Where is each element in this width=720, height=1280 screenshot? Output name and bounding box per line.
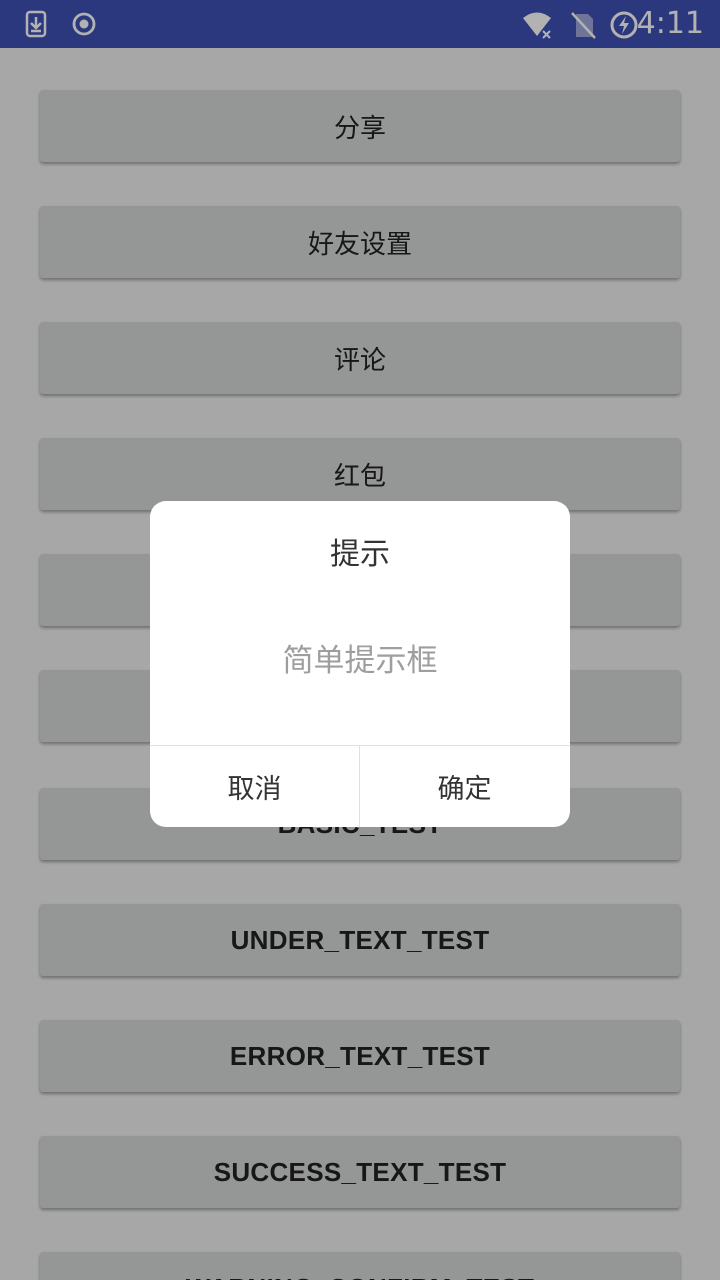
cancel-button[interactable]: 取消 bbox=[150, 746, 359, 827]
confirm-button[interactable]: 确定 bbox=[360, 746, 569, 827]
app-screen: 4:11 分享 好友设置 评论 红包 BASIC_TEST UNDER_TEXT… bbox=[0, 0, 720, 1280]
alert-dialog: 提示 简单提示框 取消 确定 bbox=[150, 501, 570, 827]
dialog-message: 简单提示框 bbox=[282, 643, 438, 679]
dialog-title: 提示 bbox=[330, 537, 390, 572]
